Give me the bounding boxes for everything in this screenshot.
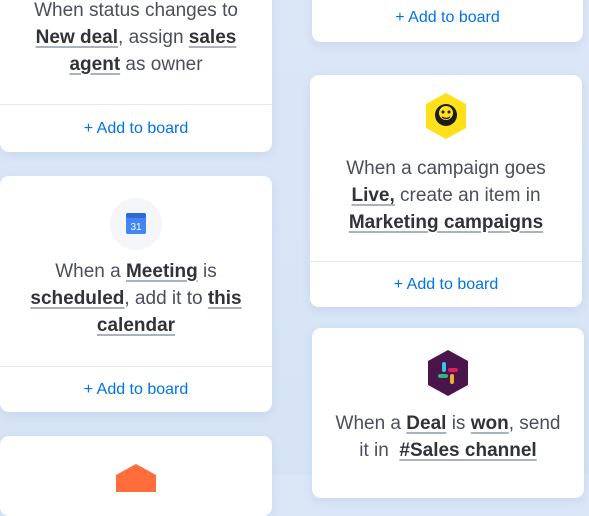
icon-container <box>423 91 469 141</box>
card-description: When a Deal is won, send it in #Sales ch… <box>312 410 584 464</box>
meeting-link[interactable]: Meeting <box>126 261 198 282</box>
automation-card <box>0 436 272 516</box>
description-text: as owner <box>120 54 203 75</box>
divider <box>0 104 272 105</box>
description-text: , send <box>508 413 561 434</box>
slack-icon <box>428 350 468 396</box>
description-text: is <box>197 261 217 282</box>
card-description: When status changes to New deal, assign … <box>0 0 272 78</box>
icon-container <box>425 348 471 398</box>
add-to-board-button[interactable]: + Add to board <box>310 276 582 294</box>
agent-link[interactable]: agent <box>69 54 120 75</box>
this-calendar-link[interactable]: this <box>208 288 242 309</box>
description-text: , assign <box>118 27 189 48</box>
divider <box>310 261 582 262</box>
automation-card: + Add to board <box>312 0 583 42</box>
status-automation-card: When status changes to New deal, assign … <box>0 0 272 152</box>
live-status-link[interactable]: Live, <box>351 185 394 206</box>
description-text: create an item in <box>394 185 541 206</box>
card-description: When a campaign goes Live, create an ite… <box>310 155 582 236</box>
status-value-link[interactable]: New deal <box>36 27 118 48</box>
mailchimp-icon <box>426 93 466 139</box>
description-text: When a <box>55 261 126 282</box>
calendar-day-number: 31 <box>130 222 142 233</box>
scheduled-link[interactable]: scheduled <box>30 288 124 309</box>
slack-automation-card: When a Deal is won, send it in #Sales ch… <box>312 328 584 498</box>
icon-container: 31 <box>110 198 162 250</box>
add-to-board-button[interactable]: + Add to board <box>0 120 272 138</box>
mailchimp-automation-card: When a campaign goes Live, create an ite… <box>310 75 582 307</box>
deal-link[interactable]: Deal <box>406 413 446 434</box>
sales-agent-link[interactable]: sales <box>189 27 237 48</box>
orange-hexagon-icon <box>116 464 156 510</box>
icon-container <box>113 462 159 510</box>
description-line: When status changes to <box>34 0 238 21</box>
google-calendar-icon: 31 <box>126 213 146 234</box>
description-text: it in <box>359 440 400 461</box>
description-text: is <box>446 413 471 434</box>
description-line: When a campaign goes <box>346 158 546 179</box>
add-to-board-button[interactable]: + Add to board <box>312 9 583 27</box>
description-text: When a <box>335 413 407 434</box>
calendar-link[interactable]: calendar <box>97 315 175 336</box>
add-to-board-button[interactable]: + Add to board <box>0 381 272 399</box>
description-text: , add it to <box>124 288 208 309</box>
divider <box>0 366 272 367</box>
calendar-automation-card: 31 When a Meeting is scheduled, add it t… <box>0 176 272 412</box>
card-description: When a Meeting is scheduled, add it to t… <box>0 258 272 339</box>
sales-channel-link[interactable]: #Sales channel <box>399 440 536 461</box>
marketing-campaigns-link[interactable]: Marketing campaigns <box>349 212 543 233</box>
won-status-link[interactable]: won <box>471 413 509 434</box>
